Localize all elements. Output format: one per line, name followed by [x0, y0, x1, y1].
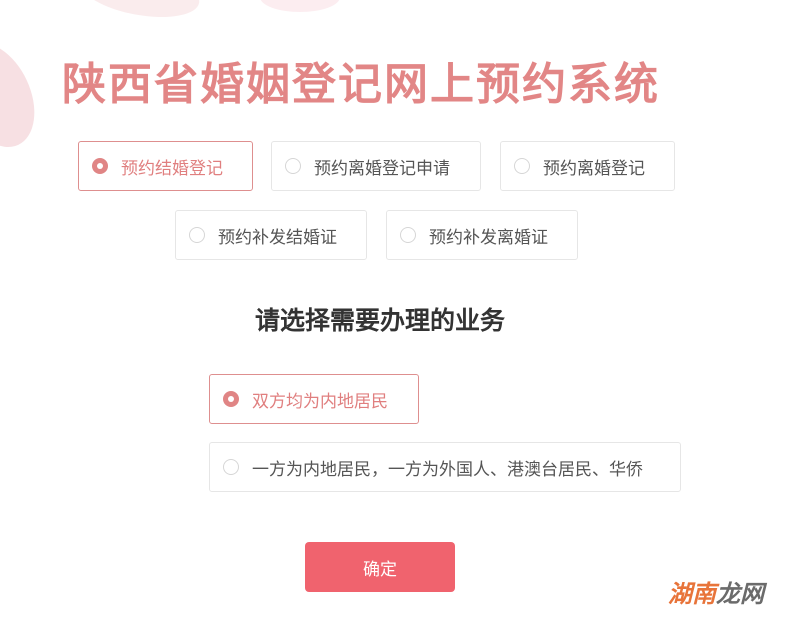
radio-icon: [223, 459, 239, 475]
option-label: 预约补发结婚证: [218, 227, 337, 248]
radio-icon: [223, 391, 239, 407]
page-title: 陕西省婚姻登记网上预约系统: [62, 59, 660, 110]
radio-icon: [285, 158, 301, 174]
option-label: 双方均为内地居民: [252, 391, 388, 412]
section-subtitle: 请选择需要办理的业务: [254, 306, 505, 335]
option-label: 预约离婚登记: [543, 158, 645, 179]
option-marriage-registration[interactable]: 预约结婚登记: [78, 141, 253, 191]
option-both-mainland-residents[interactable]: 双方均为内地居民: [209, 374, 419, 424]
option-divorce-registration[interactable]: 预约离婚登记: [500, 141, 675, 191]
confirm-button[interactable]: 确定: [305, 542, 455, 592]
option-label: 预约结婚登记: [121, 158, 223, 179]
option-label: 预约离婚登记申请: [314, 158, 450, 179]
radio-icon: [514, 158, 530, 174]
watermark-part2: 龙网: [716, 580, 764, 608]
watermark-part1: 湖南: [668, 580, 716, 608]
petal-decoration: [0, 30, 50, 160]
option-label: 一方为内地居民，一方为外国人、港澳台居民、华侨: [252, 459, 643, 480]
option-reissue-divorce-certificate[interactable]: 预约补发离婚证: [386, 210, 578, 260]
watermark-logo: 湖南龙网: [668, 574, 764, 609]
radio-icon: [400, 227, 416, 243]
option-label: 预约补发离婚证: [429, 227, 548, 248]
option-one-mainland-one-foreign[interactable]: 一方为内地居民，一方为外国人、港澳台居民、华侨: [209, 442, 681, 492]
petal-decoration: [260, 0, 340, 12]
radio-icon: [92, 158, 108, 174]
radio-icon: [189, 227, 205, 243]
petal-decoration: [77, 0, 203, 26]
option-divorce-application[interactable]: 预约离婚登记申请: [271, 141, 481, 191]
option-reissue-marriage-certificate[interactable]: 预约补发结婚证: [175, 210, 367, 260]
